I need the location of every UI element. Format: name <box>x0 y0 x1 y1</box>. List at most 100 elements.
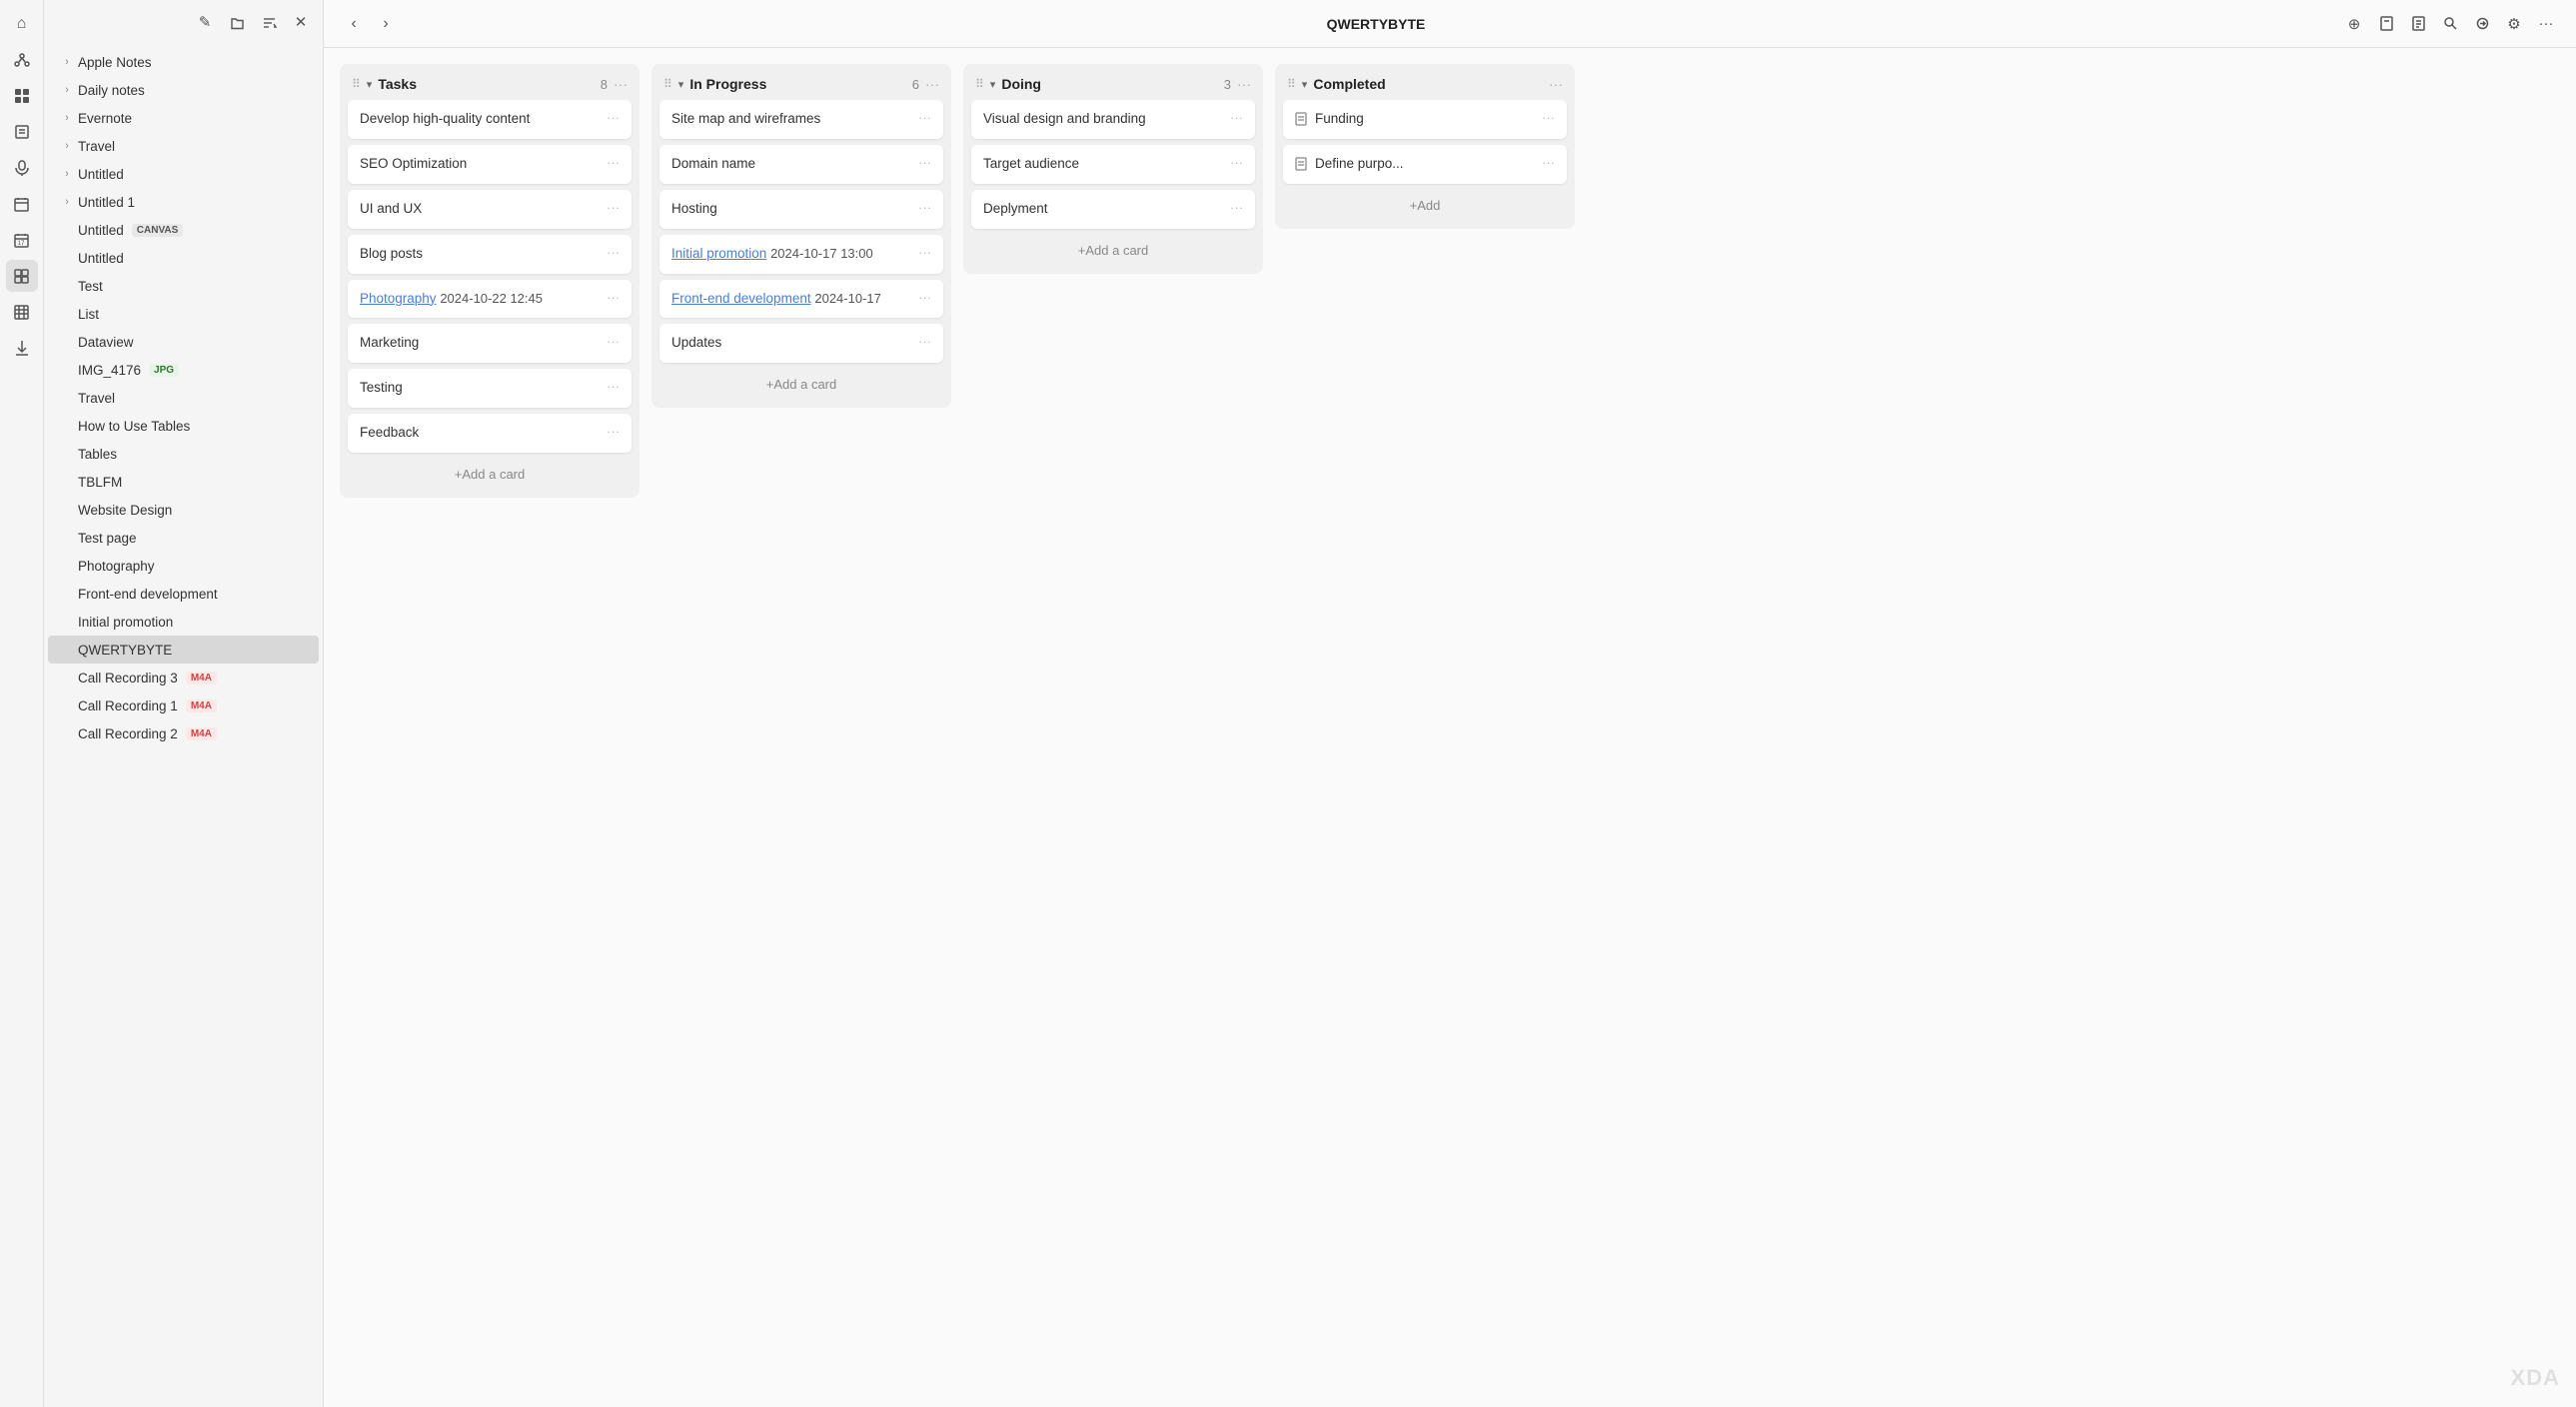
card-seo[interactable]: SEO Optimization ··· <box>348 145 632 184</box>
card-menu-icon[interactable]: ··· <box>1230 155 1243 170</box>
add-card-completed-button[interactable]: +Add <box>1283 190 1567 221</box>
sidebar-item-daily-notes[interactable]: › Daily notes <box>48 76 319 104</box>
initial-promotion-link[interactable]: Initial promotion <box>671 246 766 261</box>
card-updates[interactable]: Updates ··· <box>659 324 943 363</box>
card-menu-icon[interactable]: ··· <box>607 334 620 349</box>
tasks-column-menu[interactable]: ··· <box>614 76 628 92</box>
card-menu-icon[interactable]: ··· <box>1542 155 1555 170</box>
sidebar-item-test[interactable]: › Test <box>48 272 319 300</box>
frontend-dev-link[interactable]: Front-end development <box>671 291 811 306</box>
card-visual-design[interactable]: Visual design and branding ··· <box>971 100 1255 139</box>
sidebar-item-call-recording-1[interactable]: › Call Recording 1 M4A <box>48 692 319 719</box>
sidebar-item-photography[interactable]: › Photography <box>48 552 319 580</box>
date-icon[interactable]: 17 <box>6 224 38 256</box>
sidebar-item-untitled-file[interactable]: › Untitled <box>48 244 319 272</box>
card-menu-icon[interactable]: ··· <box>607 110 620 125</box>
add-button[interactable]: ⊕ <box>2340 10 2368 38</box>
card-marketing[interactable]: Marketing ··· <box>348 324 632 363</box>
card-menu-icon[interactable]: ··· <box>1542 110 1555 125</box>
card-menu-icon[interactable]: ··· <box>918 110 931 125</box>
card-blog-posts[interactable]: Blog posts ··· <box>348 235 632 274</box>
pages-icon[interactable] <box>6 116 38 148</box>
sidebar-item-website-design[interactable]: › Website Design <box>48 496 319 524</box>
collapse-doing-button[interactable]: ▾ <box>990 78 996 91</box>
card-develop-content[interactable]: Develop high-quality content ··· <box>348 100 632 139</box>
sidebar-item-dataview[interactable]: › Dataview <box>48 328 319 356</box>
sidebar-item-list[interactable]: › List <box>48 300 319 328</box>
card-menu-icon[interactable]: ··· <box>918 290 931 305</box>
card-menu-icon[interactable]: ··· <box>1230 200 1243 215</box>
card-menu-icon[interactable]: ··· <box>607 379 620 394</box>
bookmark-button[interactable] <box>2372 10 2400 38</box>
more-options-button[interactable]: ··· <box>2532 10 2560 38</box>
open-file-button[interactable] <box>223 8 251 36</box>
sidebar-item-evernote[interactable]: › Evernote <box>48 104 319 132</box>
sidebar-item-untitled-folder[interactable]: › Untitled <box>48 160 319 188</box>
sidebar-item-test-page[interactable]: › Test page <box>48 524 319 552</box>
sidebar-item-img4176[interactable]: ◀ › IMG_4176 JPG <box>48 356 319 384</box>
drag-handle-icon[interactable]: ⠿ <box>975 77 984 91</box>
drag-handle-icon[interactable]: ⠿ <box>352 77 361 91</box>
card-funding[interactable]: Funding ··· <box>1283 100 1567 139</box>
collapse-tasks-button[interactable]: ▾ <box>367 78 373 91</box>
sidebar-item-call-recording-3[interactable]: › Call Recording 3 M4A <box>48 664 319 692</box>
calendar-icon[interactable] <box>6 188 38 220</box>
forward-button[interactable]: › <box>372 10 400 38</box>
card-testing[interactable]: Testing ··· <box>348 369 632 408</box>
add-card-tasks-button[interactable]: +Add a card <box>348 459 632 490</box>
card-domain[interactable]: Domain name ··· <box>659 145 943 184</box>
in-progress-column-menu[interactable]: ··· <box>925 76 939 92</box>
sort-button[interactable] <box>255 8 283 36</box>
download-icon[interactable] <box>6 332 38 364</box>
card-feedback[interactable]: Feedback ··· <box>348 414 632 453</box>
dashboard-icon[interactable] <box>6 80 38 112</box>
connections-icon[interactable] <box>6 44 38 76</box>
add-card-inprogress-button[interactable]: +Add a card <box>659 369 943 400</box>
drag-handle-icon[interactable]: ⠿ <box>663 77 672 91</box>
card-menu-icon[interactable]: ··· <box>607 290 620 305</box>
card-menu-icon[interactable]: ··· <box>918 200 931 215</box>
sidebar-item-qwertybyte[interactable]: › QWERTYBYTE <box>48 636 319 664</box>
new-note-button[interactable]: ✎ <box>191 8 219 36</box>
card-initial-promotion[interactable]: Initial promotion 2024-10-17 13:00 ··· <box>659 235 943 274</box>
card-sitemap[interactable]: Site map and wireframes ··· <box>659 100 943 139</box>
card-photography[interactable]: Photography 2024-10-22 12:45 ··· <box>348 280 632 319</box>
sidebar-item-travel-folder[interactable]: › Travel <box>48 132 319 160</box>
home-icon[interactable]: ⌂ <box>6 8 38 40</box>
card-menu-icon[interactable]: ··· <box>918 334 931 349</box>
table-icon[interactable] <box>6 296 38 328</box>
sidebar-item-travel-file[interactable]: › Travel <box>48 384 319 412</box>
card-define-purpose[interactable]: Define purpo... ··· <box>1283 145 1567 184</box>
sidebar-item-initial-promotion[interactable]: › Initial promotion <box>48 608 319 636</box>
card-frontend-dev[interactable]: Front-end development 2024-10-17 ··· <box>659 280 943 319</box>
drag-handle-icon[interactable]: ⠿ <box>1287 77 1296 91</box>
plugin-icon[interactable] <box>6 260 38 292</box>
card-menu-icon[interactable]: ··· <box>607 245 620 260</box>
sidebar-item-call-recording-2[interactable]: › Call Recording 2 M4A <box>48 719 319 747</box>
close-sidebar-button[interactable]: ✕ <box>287 8 315 36</box>
back-button[interactable]: ‹ <box>340 10 368 38</box>
collapse-inprogress-button[interactable]: ▾ <box>678 78 684 91</box>
card-menu-icon[interactable]: ··· <box>607 424 620 439</box>
sidebar-item-tables[interactable]: › Tables <box>48 440 319 468</box>
card-ui-ux[interactable]: UI and UX ··· <box>348 190 632 229</box>
sidebar-item-how-to-use-tables[interactable]: › How to Use Tables <box>48 412 319 440</box>
card-target-audience[interactable]: Target audience ··· <box>971 145 1255 184</box>
photography-link[interactable]: Photography <box>360 291 437 306</box>
sidebar-item-tblfm[interactable]: › TBLFM <box>48 468 319 496</box>
sidebar-item-untitled-canvas[interactable]: › Untitled CANVAS <box>48 216 319 244</box>
collapse-completed-button[interactable]: ▾ <box>1302 78 1308 91</box>
mic-icon[interactable] <box>6 152 38 184</box>
add-card-doing-button[interactable]: +Add a card <box>971 235 1255 266</box>
completed-column-menu[interactable]: ··· <box>1549 76 1563 92</box>
card-menu-icon[interactable]: ··· <box>918 155 931 170</box>
card-deployment[interactable]: Deplyment ··· <box>971 190 1255 229</box>
card-hosting[interactable]: Hosting ··· <box>659 190 943 229</box>
card-menu-icon[interactable]: ··· <box>607 200 620 215</box>
sidebar-item-frontend-dev[interactable]: › Front-end development <box>48 580 319 608</box>
settings-button[interactable]: ⚙ <box>2500 10 2528 38</box>
sync-button[interactable] <box>2468 10 2496 38</box>
sidebar-item-untitled1-folder[interactable]: › Untitled 1 <box>48 188 319 216</box>
note-button[interactable] <box>2404 10 2432 38</box>
sidebar-item-apple-notes[interactable]: › Apple Notes <box>48 48 319 76</box>
